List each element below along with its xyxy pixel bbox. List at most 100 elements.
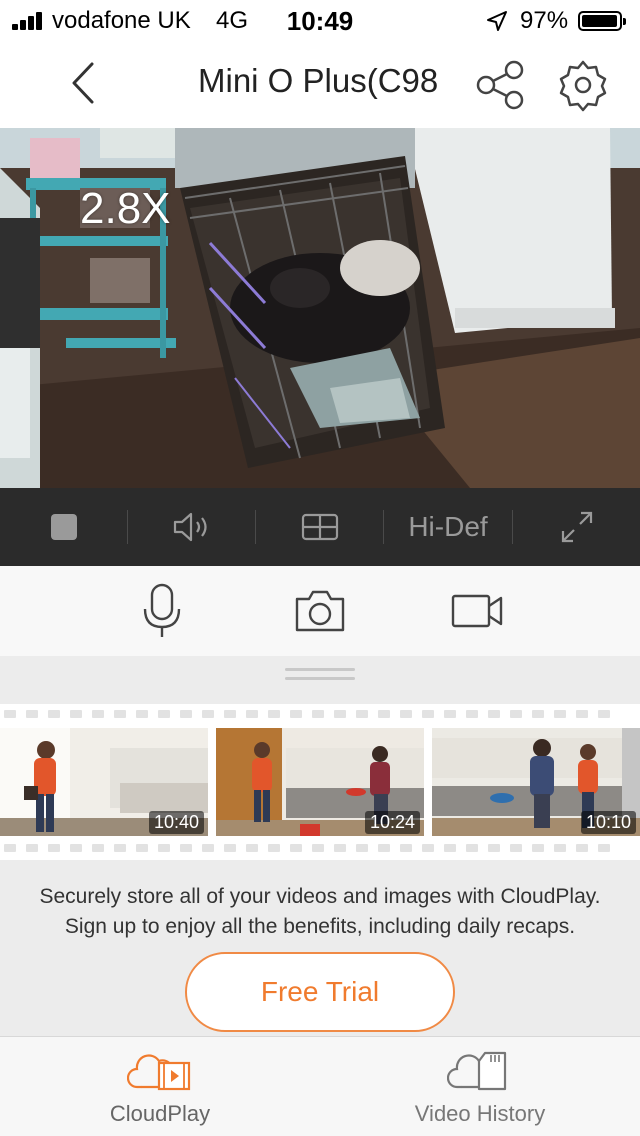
share-button[interactable]	[474, 58, 528, 112]
cloud-film-icon	[127, 1054, 191, 1091]
tab-label: Video History	[414, 1101, 546, 1126]
film-hole	[290, 710, 302, 718]
camera-title: Mini O Plus(C98	[198, 62, 439, 99]
film-hole	[466, 844, 478, 852]
tab-label: CloudPlay	[109, 1101, 211, 1126]
film-hole	[114, 710, 126, 718]
microphone-icon	[143, 583, 181, 637]
clip-time: 10:24	[364, 811, 420, 834]
film-hole	[136, 710, 148, 718]
drawer-header	[0, 656, 640, 700]
film-hole	[158, 710, 170, 718]
drawer-handle[interactable]	[285, 668, 355, 682]
film-hole	[400, 710, 412, 718]
film-hole	[356, 710, 368, 718]
film-hole	[510, 710, 522, 718]
film-hole	[4, 844, 16, 852]
film-hole	[202, 710, 214, 718]
film-hole	[246, 710, 258, 718]
layout-button[interactable]	[256, 488, 383, 566]
film-hole	[598, 710, 610, 718]
talk-button[interactable]	[130, 580, 194, 642]
tab-video-history[interactable]: Video History	[320, 1037, 640, 1136]
film-hole	[598, 844, 610, 852]
camera-view-image	[0, 128, 640, 488]
film-hole	[554, 710, 566, 718]
video-camera-icon	[451, 594, 503, 628]
record-button[interactable]	[446, 580, 510, 642]
tab-bar: CloudPlay Video History	[0, 1036, 640, 1136]
film-hole	[422, 710, 434, 718]
status-bar: vodafone UK 4G 10:49 97%	[0, 0, 640, 40]
film-hole	[532, 844, 544, 852]
film-hole	[488, 844, 500, 852]
film-hole	[444, 710, 456, 718]
promo-message: Securely store all of your videos and im…	[0, 882, 640, 942]
fullscreen-button[interactable]	[513, 488, 640, 566]
film-hole	[92, 844, 104, 852]
film-hole	[268, 710, 280, 718]
film-hole	[554, 844, 566, 852]
cloud-sdcard-icon	[447, 1051, 507, 1091]
expand-icon	[561, 511, 592, 543]
clip-time: 10:10	[580, 811, 636, 834]
film-hole	[510, 844, 522, 852]
promo-line: Securely store all of your videos and im…	[39, 885, 601, 908]
gear-icon	[559, 60, 607, 112]
film-perforations	[0, 710, 640, 722]
film-hole	[312, 710, 324, 718]
film-hole	[26, 844, 38, 852]
film-hole	[444, 844, 456, 852]
camera-icon	[295, 590, 345, 632]
free-trial-button[interactable]: Free Trial	[185, 952, 455, 1032]
film-hole	[532, 710, 544, 718]
zoom-level: 2.8X	[80, 184, 171, 233]
share-icon	[476, 60, 524, 110]
film-hole	[202, 844, 214, 852]
battery-fill	[582, 15, 617, 27]
film-hole	[114, 844, 126, 852]
film-hole	[246, 844, 258, 852]
stop-icon	[50, 514, 77, 540]
film-hole	[136, 844, 148, 852]
film-hole	[576, 844, 588, 852]
clip-thumbnail[interactable]: 10:10	[432, 728, 640, 836]
film-hole	[92, 710, 104, 718]
film-hole	[70, 710, 82, 718]
film-hole	[158, 844, 170, 852]
clip-time: 10:40	[148, 811, 204, 834]
speaker-button[interactable]	[128, 488, 255, 566]
cloudplay-promo: 10:40 10:24 10:10 Securely store all of …	[0, 700, 640, 1036]
film-hole	[422, 844, 434, 852]
film-hole	[356, 844, 368, 852]
location-arrow-icon	[487, 11, 507, 31]
clip-thumbnail[interactable]: 10:24	[216, 728, 424, 836]
video-control-bar: Hi-Def	[0, 488, 640, 566]
film-hole	[48, 710, 60, 718]
snapshot-button[interactable]	[288, 580, 352, 642]
speaker-icon	[173, 512, 207, 542]
tab-cloudplay[interactable]: CloudPlay	[0, 1037, 320, 1136]
film-hole	[180, 844, 192, 852]
grid-layout-icon	[301, 513, 338, 541]
stop-button[interactable]	[0, 488, 127, 566]
film-hole	[180, 710, 192, 718]
settings-button[interactable]	[556, 58, 610, 112]
film-perforations	[0, 844, 640, 856]
battery-percent: 97%	[520, 7, 569, 34]
film-hole	[4, 710, 16, 718]
battery-icon	[578, 11, 626, 31]
film-hole	[312, 844, 324, 852]
film-hole	[378, 844, 390, 852]
film-hole	[576, 710, 588, 718]
chevron-left-icon	[72, 62, 94, 104]
filmstrip: 10:40 10:24 10:10	[0, 704, 640, 860]
quality-button[interactable]: Hi-Def	[384, 488, 512, 566]
live-video-feed[interactable]: 2.8X	[0, 128, 640, 488]
clip-thumbnail[interactable]: 10:40	[0, 728, 208, 836]
film-hole	[26, 710, 38, 718]
quality-label: Hi-Def	[408, 511, 488, 542]
back-button[interactable]	[60, 58, 110, 108]
film-hole	[48, 844, 60, 852]
film-hole	[378, 710, 390, 718]
